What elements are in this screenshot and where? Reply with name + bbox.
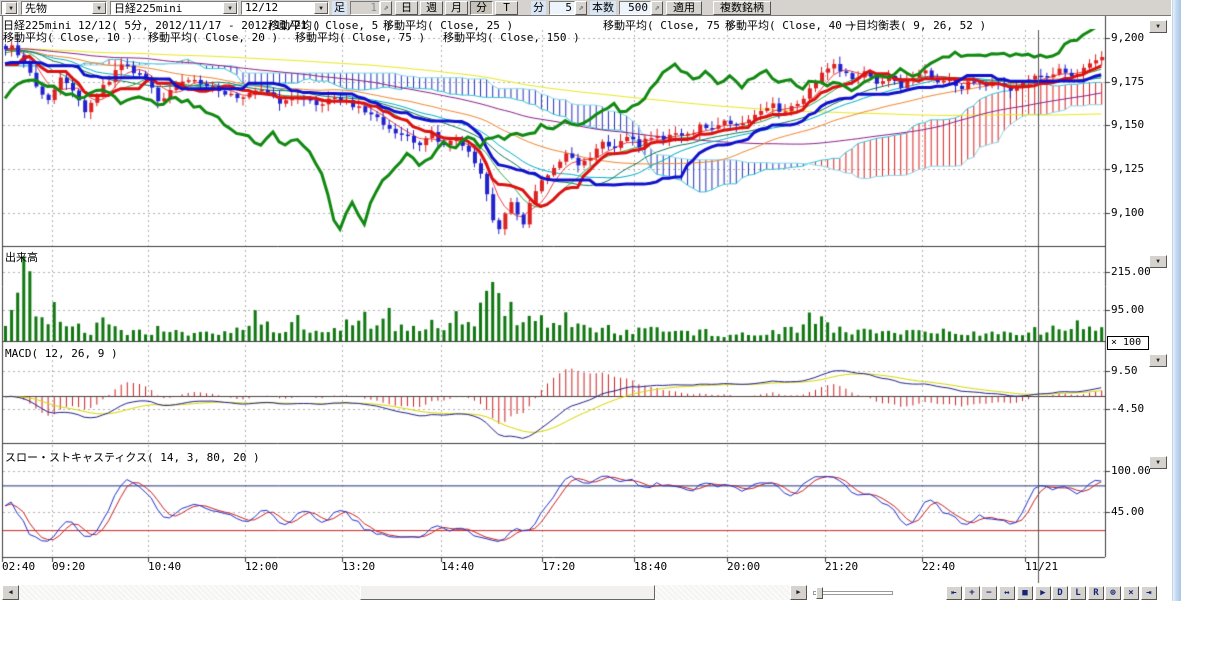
x-axis-label: 10:40: [148, 560, 181, 573]
interval-spinner: 1 ⇗: [350, 1, 392, 15]
y-axis-label: 100.00: [1111, 464, 1151, 477]
pane-menu-arrow-button[interactable]: ▼: [1149, 354, 1167, 367]
y-axis-label: 9,200: [1111, 31, 1144, 44]
x-axis-label: 14:40: [441, 560, 474, 573]
y-axis-label: 9,125: [1111, 162, 1144, 175]
symbol-combo[interactable]: 日経225mini ▼: [110, 1, 238, 15]
jump-end-button[interactable]: ⇥: [1141, 586, 1157, 600]
pane-menu-arrow-button[interactable]: ▼: [1149, 456, 1167, 469]
vertical-scrollbar[interactable]: [1172, 0, 1181, 601]
count-spinner[interactable]: 500 ⇗: [619, 1, 663, 15]
legend-item: 移動平均( Close, 75 ): [603, 17, 733, 33]
period-button-4[interactable]: T: [495, 1, 518, 15]
chevron-down-icon[interactable]: ▼: [314, 2, 328, 14]
r-mode-button[interactable]: R: [1088, 586, 1104, 600]
minutes-label: 分: [531, 1, 546, 15]
legend-item: 移動平均( Close, 75 ): [295, 29, 425, 45]
fit-width-button[interactable]: ↔: [999, 586, 1015, 600]
legend-item: 移動平均( Close, 150 ): [443, 29, 580, 45]
chart-canvas[interactable]: [0, 0, 1232, 585]
d-mode-button[interactable]: D: [1052, 586, 1068, 600]
y-axis-label: 9,100: [1111, 206, 1144, 219]
legend-item: 移動平均( Close, 20 ): [148, 29, 278, 45]
top-toolbar: ▼ 先物 ▼ 日経225mini ▼ 12/12 ▼ 足 1 ⇗ 日週月分T 分…: [0, 0, 1171, 16]
volume-pane-label: 出来高: [5, 249, 38, 265]
zoom-slider-thumb[interactable]: [816, 587, 823, 599]
chevron-down-icon[interactable]: ▼: [92, 2, 106, 14]
minutes-spinner[interactable]: 5 ⇗: [549, 1, 587, 15]
play-button[interactable]: ▶: [1035, 586, 1051, 600]
count-label: 本数: [590, 1, 616, 15]
period-button-2[interactable]: 月: [445, 1, 468, 15]
legend-item: 一目均衡表( 9, 26, 52 ): [845, 17, 986, 33]
contract-combo[interactable]: 12/12 ▼: [241, 1, 329, 15]
chevron-down-icon[interactable]: ▼: [223, 2, 237, 14]
jump-start-button[interactable]: ⇤: [946, 586, 962, 600]
x-axis-label: 17:20: [542, 560, 575, 573]
symbol-combo-value: 日経225mini: [114, 0, 182, 16]
minutes-value[interactable]: 5: [549, 1, 575, 15]
volume-multiplier-badge: × 100: [1107, 336, 1149, 350]
x-axis-label: 22:40: [922, 560, 955, 573]
spinner-icon[interactable]: ⇗: [651, 1, 663, 15]
period-button-0[interactable]: 日: [395, 1, 418, 15]
apply-button[interactable]: 適用: [666, 1, 702, 15]
spinner-icon[interactable]: ⇗: [380, 1, 392, 15]
stoch-pane-label: スロー・ストキャスティクス( 14, 3, 80, 20 ): [5, 449, 260, 465]
legend-item: 移動平均( Close, 10 ): [3, 29, 133, 45]
y-axis-label: 9,175: [1111, 75, 1144, 88]
x-axis-label: 09:20: [52, 560, 85, 573]
y-axis-label: 215.00: [1111, 265, 1151, 278]
spinner-icon[interactable]: ⇗: [575, 1, 587, 15]
scrollbar-thumb[interactable]: [360, 585, 655, 600]
l-mode-button[interactable]: L: [1070, 586, 1086, 600]
x-axis-label: 21:20: [825, 560, 858, 573]
scroll-left-button[interactable]: ◀: [2, 585, 19, 600]
x-axis-label: 02:40: [2, 560, 35, 573]
stop-button[interactable]: ■: [1017, 586, 1033, 600]
y-axis-label: 45.00: [1111, 505, 1144, 518]
bar-type-label: 足: [332, 1, 347, 15]
y-axis-label: 9.50: [1111, 364, 1138, 377]
x-axis-label: 13:20: [342, 560, 375, 573]
close-button[interactable]: ×: [1123, 586, 1139, 600]
chevron-down-icon[interactable]: ▼: [5, 2, 17, 14]
scroll-right-button[interactable]: ▶: [790, 585, 807, 600]
zoom-in-button[interactable]: +: [964, 586, 980, 600]
x-axis-label: 11/21: [1025, 560, 1058, 573]
contract-combo-value: 12/12: [245, 1, 278, 14]
pane-menu-arrow-button[interactable]: ▼: [1149, 20, 1167, 33]
magnify-button[interactable]: ⊕: [1105, 586, 1121, 600]
market-combo[interactable]: 先物 ▼: [21, 1, 107, 15]
period-button-3[interactable]: 分: [470, 1, 493, 15]
zoom-slider-track[interactable]: [813, 591, 893, 595]
macd-pane-label: MACD( 12, 26, 9 ): [5, 347, 118, 360]
trading-chart-window: ▼ 先物 ▼ 日経225mini ▼ 12/12 ▼ 足 1 ⇗ 日週月分T 分…: [0, 0, 1232, 666]
y-axis-label: 9,150: [1111, 118, 1144, 131]
pane-menu-arrow-button[interactable]: ▼: [1149, 255, 1167, 268]
period-button-1[interactable]: 週: [420, 1, 443, 15]
count-value[interactable]: 500: [619, 1, 651, 15]
zoom-out-button[interactable]: −: [981, 586, 997, 600]
period-button-group: 日週月分T: [395, 1, 518, 15]
x-axis-label: 12:00: [245, 560, 278, 573]
x-axis-label: 18:40: [634, 560, 667, 573]
y-axis-label: 95.00: [1111, 303, 1144, 316]
mini-combo[interactable]: ▼: [1, 1, 18, 15]
x-axis-label: 20:00: [727, 560, 760, 573]
interval-value: 1: [350, 1, 380, 15]
multi-symbol-button[interactable]: 複数銘柄: [713, 1, 771, 15]
y-axis-label: -4.50: [1111, 402, 1144, 415]
market-combo-value: 先物: [25, 0, 47, 16]
legend-item: 移動平均( Close, 40 ): [725, 17, 855, 33]
